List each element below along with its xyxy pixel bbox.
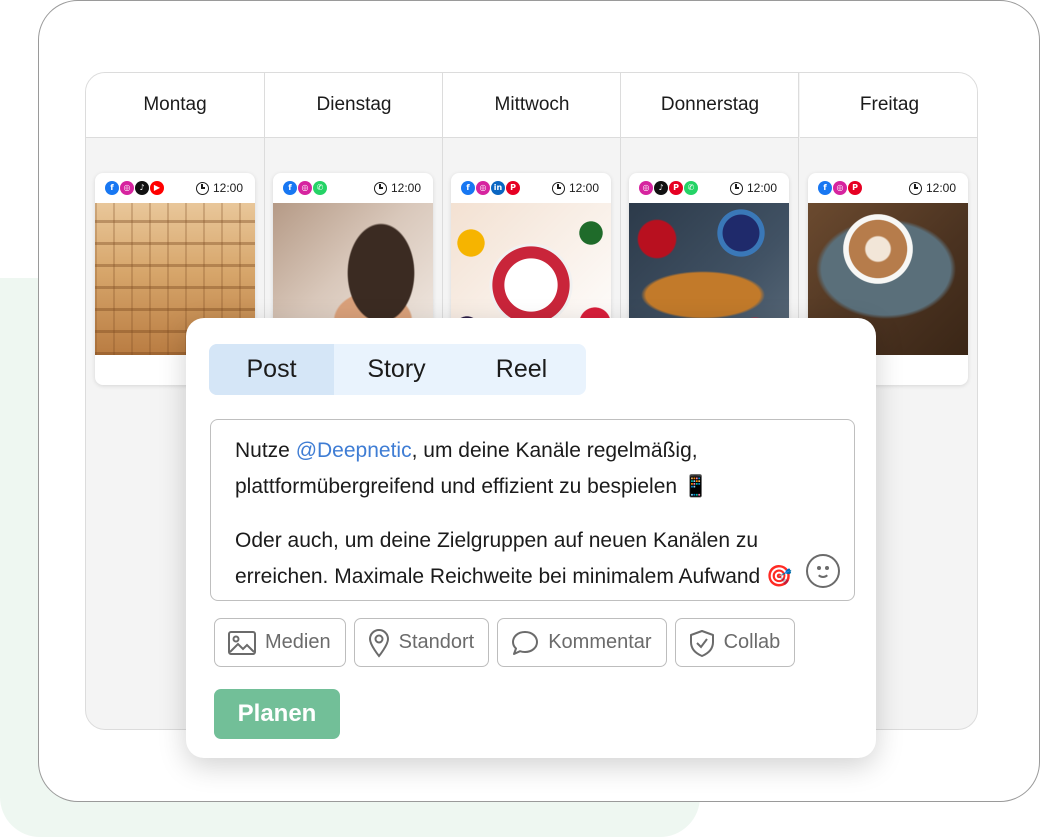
media-button[interactable]: Medien <box>214 618 346 667</box>
tab-reel[interactable]: Reel <box>459 344 584 395</box>
whatsapp-icon: ✆ <box>313 181 327 195</box>
instagram-icon: ◎ <box>120 181 134 195</box>
facebook-icon: f <box>105 181 119 195</box>
day-header-donnerstag: Donnerstag <box>621 73 799 138</box>
post-text-paragraph: Nutze @Deepnetic, um deine Kanäle regelm… <box>235 439 710 498</box>
pinterest-icon: P <box>848 181 862 195</box>
content-type-tabs: Post Story Reel <box>209 344 586 395</box>
network-icons: f ◎ ♪ ▶ <box>105 181 164 195</box>
instagram-icon: ◎ <box>476 181 490 195</box>
tiktok-icon: ♪ <box>654 181 668 195</box>
facebook-icon: f <box>283 181 297 195</box>
speech-bubble-icon <box>512 630 539 655</box>
network-icons: f ◎ P <box>818 181 862 195</box>
clock-icon <box>729 181 743 195</box>
day-header-freitag: Freitag <box>800 73 977 138</box>
post-composer: Post Story Reel Nutze @Deepnetic, um dei… <box>186 318 876 758</box>
network-icons: ◎ ♪ P ✆ <box>639 181 698 195</box>
post-text-paragraph: Oder auch, um deine Zielgruppen auf neue… <box>235 529 793 588</box>
network-icons: f ◎ ✆ <box>283 181 327 195</box>
location-button[interactable]: Standort <box>353 618 490 667</box>
clock-icon <box>195 181 209 195</box>
tiktok-icon: ♪ <box>135 181 149 195</box>
pinterest-icon: P <box>669 181 683 195</box>
post-options-toolbar: Medien Standort Kommentar Collab <box>214 618 796 667</box>
tab-post[interactable]: Post <box>209 344 334 395</box>
post-text-editor[interactable]: Nutze @Deepnetic, um deine Kanäle regelm… <box>210 419 855 601</box>
mention-link[interactable]: @Deepnetic <box>296 439 412 462</box>
image-icon <box>228 630 256 655</box>
pinterest-icon: P <box>506 181 520 195</box>
smiley-icon[interactable] <box>806 554 840 588</box>
post-time: 12:00 <box>568 181 599 195</box>
instagram-icon: ◎ <box>639 181 653 195</box>
whatsapp-icon: ✆ <box>684 181 698 195</box>
clock-icon <box>551 181 565 195</box>
day-header-dienstag: Dienstag <box>265 73 443 138</box>
location-pin-icon <box>368 628 389 658</box>
post-time: 12:00 <box>925 181 956 195</box>
collab-button[interactable]: Collab <box>674 618 796 667</box>
shield-check-icon <box>689 629 714 657</box>
linkedin-icon: in <box>491 181 505 195</box>
tab-story[interactable]: Story <box>334 344 459 395</box>
day-header-mittwoch: Mittwoch <box>443 73 621 138</box>
instagram-icon: ◎ <box>298 181 312 195</box>
schedule-button[interactable]: Planen <box>214 689 340 739</box>
youtube-icon: ▶ <box>150 181 164 195</box>
facebook-icon: f <box>461 181 475 195</box>
post-time: 12:00 <box>212 181 243 195</box>
instagram-icon: ◎ <box>833 181 847 195</box>
clock-icon <box>908 181 922 195</box>
network-icons: f ◎ in P <box>461 181 520 195</box>
facebook-icon: f <box>818 181 832 195</box>
post-time: 12:00 <box>390 181 421 195</box>
clock-icon <box>373 181 387 195</box>
day-header-montag: Montag <box>86 73 264 138</box>
post-time: 12:00 <box>746 181 777 195</box>
comment-button[interactable]: Kommentar <box>497 618 667 667</box>
